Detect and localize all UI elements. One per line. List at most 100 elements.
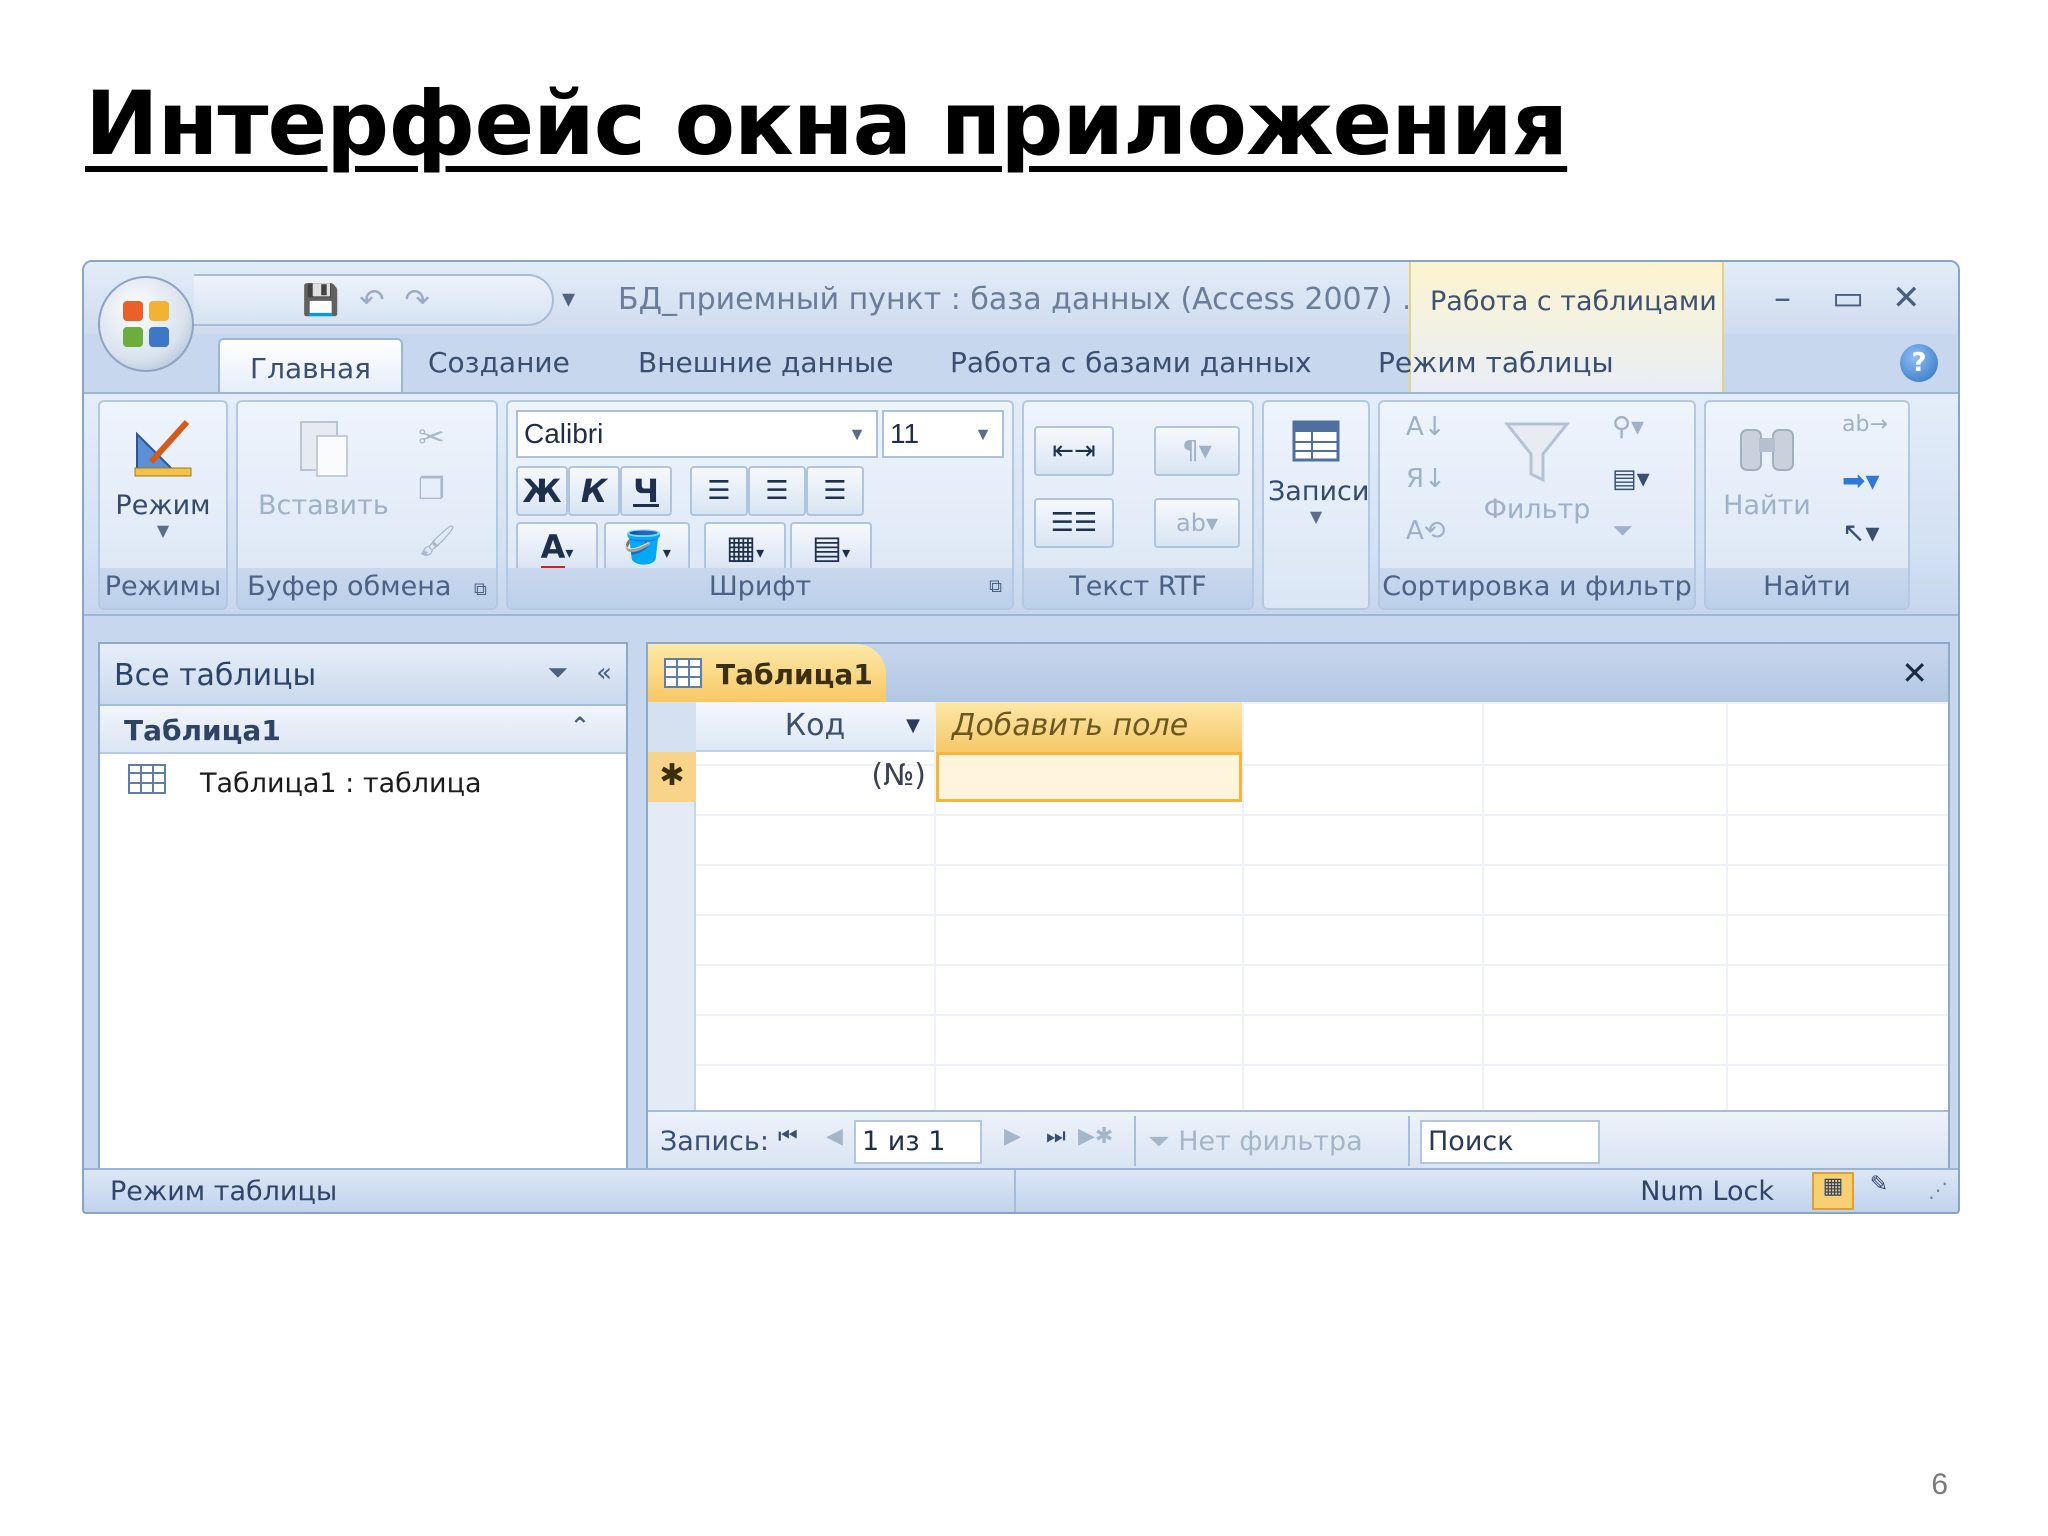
- indent-buttons[interactable]: ⇤⇥: [1034, 426, 1114, 476]
- nav-item-table1[interactable]: Таблица1 : таблица: [100, 754, 626, 810]
- ribbon-tabs: Главная Создание Внешние данные Работа с…: [84, 334, 1958, 394]
- office-logo-icon: [123, 301, 169, 347]
- record-nav-label: Запись:: [660, 1126, 769, 1157]
- goto-icon[interactable]: ➡▾: [1842, 464, 1880, 500]
- italic-button[interactable]: К: [568, 466, 620, 516]
- collapse-pane-icon[interactable]: «: [596, 658, 612, 688]
- minimize-button[interactable]: –: [1774, 278, 1791, 318]
- filter-button[interactable]: Фильтр: [1472, 416, 1602, 525]
- search-input[interactable]: Поиск: [1420, 1120, 1600, 1164]
- paste-button[interactable]: Вставить: [258, 412, 389, 521]
- nav-item-label: Таблица1 : таблица: [200, 768, 482, 799]
- align-left-icon: ☰: [707, 476, 731, 506]
- column-header-id[interactable]: Код ▼: [696, 702, 934, 752]
- close-button[interactable]: ✕: [1892, 278, 1921, 318]
- align-left-button[interactable]: ☰: [690, 466, 748, 516]
- document-area: Таблица1 ✕ Код ▼ Добавить поле ✱ (№) Зап…: [646, 642, 1950, 1174]
- no-filter-indicator[interactable]: ⏷ Нет фильтра: [1148, 1126, 1363, 1158]
- font-color-icon: A: [540, 528, 566, 572]
- indent-icon: ⇤⇥: [1052, 436, 1096, 466]
- view-mode-label: Режим: [115, 490, 211, 521]
- filter-icon: [1503, 422, 1571, 483]
- underline-button[interactable]: Ч: [620, 466, 672, 516]
- tab-create[interactable]: Создание: [428, 346, 570, 379]
- record-position-input[interactable]: 1 из 1: [854, 1120, 982, 1164]
- records-button[interactable]: Записи ▼: [1268, 414, 1369, 526]
- new-record-add-field-cell[interactable]: [936, 752, 1242, 802]
- group-modes-label: Режимы: [100, 568, 226, 608]
- redo-icon[interactable]: ↷: [405, 283, 430, 318]
- sort-descending-icon[interactable]: Я↓: [1406, 464, 1446, 500]
- font-color-button[interactable]: A▾: [516, 522, 598, 572]
- align-center-button[interactable]: ☰: [748, 466, 806, 516]
- tab-external-data[interactable]: Внешние данные: [638, 346, 893, 379]
- qat-customize-icon[interactable]: ▾: [562, 284, 575, 314]
- chevron-down-icon: ▼: [848, 424, 866, 444]
- select-icon[interactable]: ↖▾: [1842, 516, 1880, 552]
- new-record-id-cell[interactable]: (№): [696, 752, 934, 802]
- office-button[interactable]: [98, 276, 194, 372]
- tab-home[interactable]: Главная: [218, 338, 403, 394]
- records-label: Записи: [1268, 476, 1370, 507]
- format-painter-icon[interactable]: 🖌: [418, 524, 456, 560]
- close-document-icon[interactable]: ✕: [1901, 654, 1928, 692]
- design-view-icon[interactable]: ✎: [1858, 1172, 1900, 1210]
- select-all-corner[interactable]: [648, 702, 696, 752]
- font-name-combo[interactable]: Calibri ▼: [516, 410, 878, 458]
- tab-database-tools[interactable]: Работа с базами данных: [950, 346, 1312, 379]
- column-header-add-field[interactable]: Добавить поле: [936, 702, 1242, 752]
- sort-ascending-icon[interactable]: A↓: [1406, 412, 1446, 448]
- resize-grip-icon[interactable]: ⋰: [1928, 1178, 1948, 1202]
- selection-filter-icon[interactable]: ⚲▾: [1612, 412, 1648, 448]
- help-icon[interactable]: ?: [1900, 344, 1938, 382]
- chevron-down-icon: ▼: [156, 521, 170, 540]
- dialog-launcher-icon[interactable]: ⧉: [474, 579, 487, 600]
- toggle-filter-icon[interactable]: ⏷: [1612, 516, 1648, 552]
- document-tab-table1[interactable]: Таблица1: [648, 644, 886, 702]
- replace-icon[interactable]: ab→: [1842, 412, 1888, 448]
- cut-icon[interactable]: ✂: [418, 418, 454, 456]
- next-record-icon[interactable]: ▶: [1004, 1124, 1021, 1149]
- nav-group-table1[interactable]: Таблица1 ⌃: [100, 706, 626, 754]
- copy-icon[interactable]: ❐: [418, 472, 454, 508]
- new-record-marker[interactable]: ✱: [648, 752, 696, 802]
- slide-title: Интерфейс окна приложения: [85, 72, 1568, 175]
- datasheet-view-icon[interactable]: ▦: [1812, 1172, 1854, 1210]
- prev-record-icon[interactable]: ◀: [826, 1124, 843, 1149]
- last-record-icon[interactable]: ⏭: [1046, 1124, 1066, 1149]
- first-record-icon[interactable]: ⏮: [778, 1124, 798, 1149]
- font-size-combo[interactable]: 11 ▼: [882, 410, 1004, 458]
- find-button[interactable]: Найти: [1712, 412, 1822, 521]
- status-mode: Режим таблицы: [110, 1176, 338, 1207]
- no-filter-label: Нет фильтра: [1178, 1126, 1363, 1157]
- fill-color-button[interactable]: 🪣▾: [604, 522, 690, 572]
- dialog-launcher-icon[interactable]: ⧉: [989, 568, 1002, 606]
- maximize-button[interactable]: ▭: [1832, 278, 1864, 318]
- paragraph-direction-button[interactable]: ¶▾: [1154, 426, 1240, 476]
- undo-icon[interactable]: ↶: [359, 283, 384, 318]
- bold-button[interactable]: Ж: [516, 466, 568, 516]
- alternate-fill-button[interactable]: ▤▾: [790, 522, 872, 572]
- list-icon: ☰☰: [1050, 508, 1098, 538]
- quick-access-toolbar: 💾 ↶ ↷: [194, 274, 554, 326]
- group-records: Записи ▼: [1262, 400, 1370, 610]
- status-bar: Режим таблицы Num Lock ▦ ✎ ⋰: [84, 1168, 1958, 1212]
- new-record-icon[interactable]: ▶✱: [1078, 1124, 1113, 1149]
- clear-sort-icon[interactable]: A⟲: [1406, 516, 1446, 552]
- chevron-up-icon[interactable]: ⌃: [570, 712, 590, 740]
- highlight-button[interactable]: ab▾: [1154, 498, 1240, 548]
- save-icon[interactable]: 💾: [302, 283, 339, 318]
- align-right-button[interactable]: ☰: [806, 466, 864, 516]
- document-tab-label: Таблица1: [716, 658, 873, 691]
- advanced-filter-icon[interactable]: ▤▾: [1612, 464, 1650, 500]
- nav-pane-header[interactable]: Все таблицы ⏷ «: [100, 644, 626, 706]
- tab-datasheet[interactable]: Режим таблицы: [1378, 346, 1614, 379]
- font-name-value: Calibri: [524, 418, 604, 449]
- gridlines-button[interactable]: ▦▾: [704, 522, 786, 572]
- nav-menu-icon[interactable]: ⏷: [547, 658, 568, 689]
- view-mode-button[interactable]: Режим ▼: [106, 412, 220, 540]
- list-buttons[interactable]: ☰☰: [1034, 498, 1114, 548]
- num-lock-indicator: Num Lock: [1640, 1176, 1774, 1207]
- group-modes: Режим ▼ Режимы: [98, 400, 228, 610]
- chevron-down-icon[interactable]: ▼: [906, 702, 920, 750]
